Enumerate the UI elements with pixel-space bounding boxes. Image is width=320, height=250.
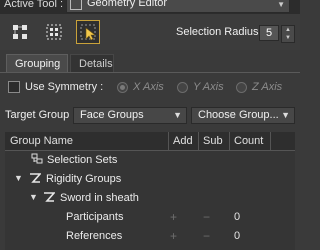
node-select-button[interactable] [8, 20, 32, 44]
count-value: 0 [234, 230, 241, 242]
geometry-editor-icon [70, 0, 82, 10]
target-group-dropdown[interactable]: Face Groups ▼ [73, 107, 187, 124]
column-divider [270, 132, 271, 150]
column-divider [198, 132, 199, 150]
tree-row-participants[interactable]: Participants + − 0 [5, 208, 295, 226]
z-axis-label: Z Axis [252, 81, 283, 93]
y-axis-label: Y Axis [193, 81, 224, 93]
y-axis-radio[interactable] [177, 82, 188, 93]
add-button[interactable]: + [170, 229, 177, 243]
active-tool-label: Active Tool : [4, 0, 64, 10]
group-table: Group Name Add Sub Count Selection Sets … [5, 132, 295, 250]
selection-radius-label: Selection Radius : [176, 26, 265, 38]
active-tool-value: Geometry Editor [87, 0, 168, 9]
group-name-header: Group Name [10, 135, 73, 147]
sub-header: Sub [203, 135, 223, 147]
tree-row-label: References [66, 230, 123, 242]
pointer-select-button[interactable] [76, 20, 100, 44]
chevron-down-icon: ▼ [173, 110, 182, 120]
expand-arrow-icon[interactable]: ▼ [29, 192, 38, 202]
rigidity-groups-icon [30, 173, 41, 183]
region-select-icon [46, 24, 62, 40]
x-axis-label: X Axis [133, 81, 164, 93]
tree-row-sword-in-sheath[interactable]: ▼ Sword in sheath [5, 189, 295, 207]
tab-details[interactable]: Details [70, 54, 114, 72]
z-axis-radio[interactable] [236, 82, 247, 93]
region-select-button[interactable] [42, 20, 66, 44]
target-group-row: Target Group : Face Groups ▼ Choose Grou… [0, 106, 300, 126]
tree-row-label: Rigidity Groups [46, 173, 122, 185]
choose-group-label: Choose Group... [198, 109, 279, 121]
use-symmetry-label: Use Symmetry : [25, 81, 104, 93]
pointer-select-icon [80, 24, 96, 41]
tree-row-rigidity-groups[interactable]: ▼ Rigidity Groups [5, 170, 295, 188]
tree-row-references[interactable]: References + − 0 [5, 227, 295, 245]
target-group-value: Face Groups [80, 109, 144, 121]
symmetry-row: Use Symmetry : X Axis Y Axis Z Axis [0, 78, 300, 100]
selection-radius-input[interactable]: 5 [259, 25, 279, 41]
tool-options-row: Selection Radius : 5 ▲ ▼ [0, 14, 300, 50]
active-tool-bar: Active Tool : Geometry Editor ▼ [0, 0, 300, 14]
selection-sets-icon [31, 153, 43, 164]
tree-row-label: Sword in sheath [60, 192, 139, 204]
rigidity-group-icon [44, 192, 55, 202]
choose-group-dropdown[interactable]: Choose Group... ▼ [191, 107, 295, 124]
chevron-down-icon: ▼ [281, 110, 290, 120]
subtract-button[interactable]: − [203, 210, 210, 224]
chevron-down-icon: ▼ [277, 0, 285, 9]
add-header: Add [173, 135, 193, 147]
tree-row-label: Selection Sets [47, 154, 118, 166]
expand-arrow-icon[interactable]: ▼ [14, 173, 23, 183]
target-group-label: Target Group : [5, 109, 76, 121]
tree-row-label: Participants [66, 211, 124, 223]
column-divider [168, 132, 169, 150]
active-tool-dropdown[interactable]: Geometry Editor ▼ [66, 0, 290, 13]
add-button[interactable]: + [170, 210, 177, 224]
count-value: 0 [234, 211, 241, 223]
x-axis-radio[interactable] [117, 82, 128, 93]
column-divider [229, 132, 230, 150]
node-select-icon [13, 25, 27, 39]
tab-bar: Grouping Details [0, 52, 300, 73]
selection-radius-stepper[interactable]: ▲ ▼ [281, 25, 295, 43]
tab-grouping[interactable]: Grouping [6, 54, 68, 72]
subtract-button[interactable]: − [203, 229, 210, 243]
count-header: Count [234, 135, 264, 147]
use-symmetry-checkbox[interactable] [8, 81, 20, 93]
group-table-header: Group Name Add Sub Count [5, 132, 295, 151]
tree-row-selection-sets[interactable]: Selection Sets [5, 151, 295, 169]
